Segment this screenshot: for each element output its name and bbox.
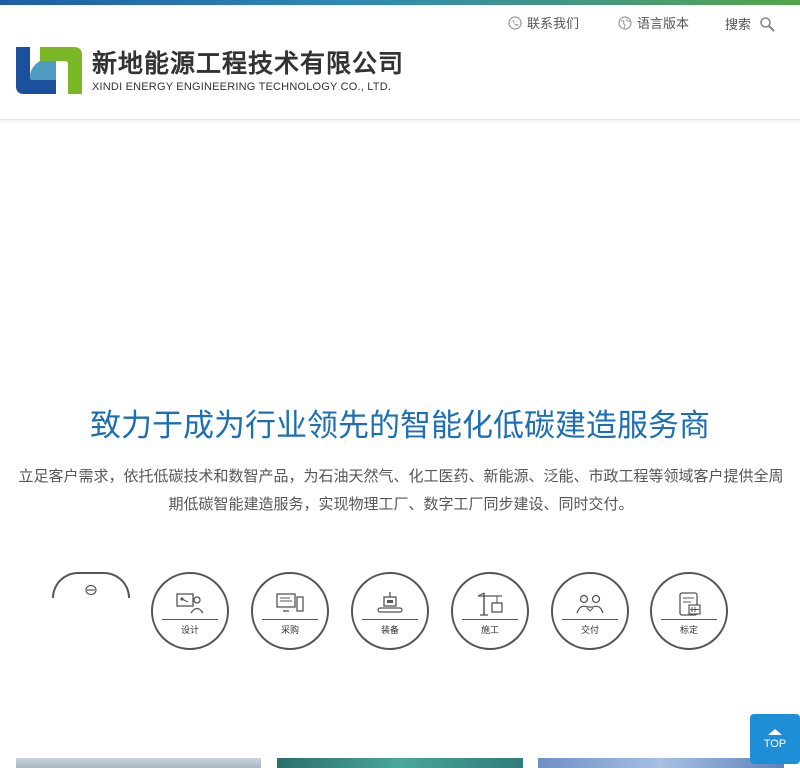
procurement-divider [262, 618, 318, 620]
back-to-top-label: TOP [763, 738, 787, 750]
service-item-delivery[interactable]: 交付 [551, 572, 629, 650]
logo-mark-icon [16, 47, 82, 94]
news-thumbnail-1[interactable] [16, 758, 261, 768]
delivery-divider [562, 618, 618, 620]
language-label: 语言版本 [637, 17, 690, 32]
delivery-icon [576, 594, 604, 613]
hero-description: 立足客户需求，依托低碳技术和数智产品，为石油天然气、化工医药、新能源、泛能、市政… [18, 467, 784, 513]
calibration-icon [679, 591, 701, 616]
service-item-construction[interactable]: 施工 [451, 572, 529, 650]
service-item-design[interactable]: 设计 [151, 572, 229, 650]
equipment-icon [377, 591, 403, 613]
contact-label: 联系我们 [527, 17, 580, 32]
service-label: 采购 [280, 625, 299, 636]
phone-icon [508, 15, 522, 30]
partial-service-icon [85, 584, 97, 596]
company-logo[interactable]: 新地能源工程技术有限公司 XINDI ENERGY ENGINEERING TE… [16, 47, 404, 94]
service-item-procurement[interactable]: 采购 [251, 572, 329, 650]
arrow-up-icon [768, 729, 782, 735]
design-divider [162, 618, 218, 620]
hero-slogan: 致力于成为行业领先的智能化低碳建造服务商 [90, 408, 710, 444]
service-label: 设计 [180, 625, 199, 636]
service-label: 标定 [679, 625, 698, 636]
news-thumbnail-3[interactable] [538, 758, 784, 768]
search-icon [760, 16, 775, 32]
search-button[interactable]: 搜索 [725, 14, 775, 33]
contact-link[interactable]: 联系我们 [508, 13, 579, 32]
news-thumbnail-2[interactable] [277, 758, 523, 768]
construction-divider [462, 618, 518, 620]
service-label: 施工 [480, 625, 499, 636]
company-name-en: XINDI ENERGY ENGINEERING TECHNOLOGY CO.,… [92, 80, 392, 93]
procurement-icon [276, 592, 304, 612]
service-label: 交付 [580, 625, 599, 636]
service-item-partial[interactable] [52, 572, 130, 598]
design-icon [176, 592, 204, 613]
globe-icon [618, 15, 632, 30]
language-link[interactable]: 语言版本 [618, 13, 689, 32]
back-to-top-button[interactable]: TOP [750, 714, 800, 764]
equipment-divider [362, 618, 418, 620]
search-label: 搜索 [725, 18, 752, 33]
company-name-cn: 新地能源工程技术有限公司 [92, 48, 405, 78]
site-header: 联系我们 语言版本 搜索 新地能源工程技术有限公司 XINDI ENERGY E… [0, 5, 800, 120]
service-item-calibration[interactable]: 标定 [650, 572, 728, 650]
calibration-divider [661, 618, 717, 620]
construction-icon [477, 592, 503, 616]
service-item-equipment[interactable]: 装备 [351, 572, 429, 650]
service-icons-row: 设计 采购 装备 施工 交付 标定 [0, 572, 800, 652]
service-label: 装备 [380, 625, 399, 636]
